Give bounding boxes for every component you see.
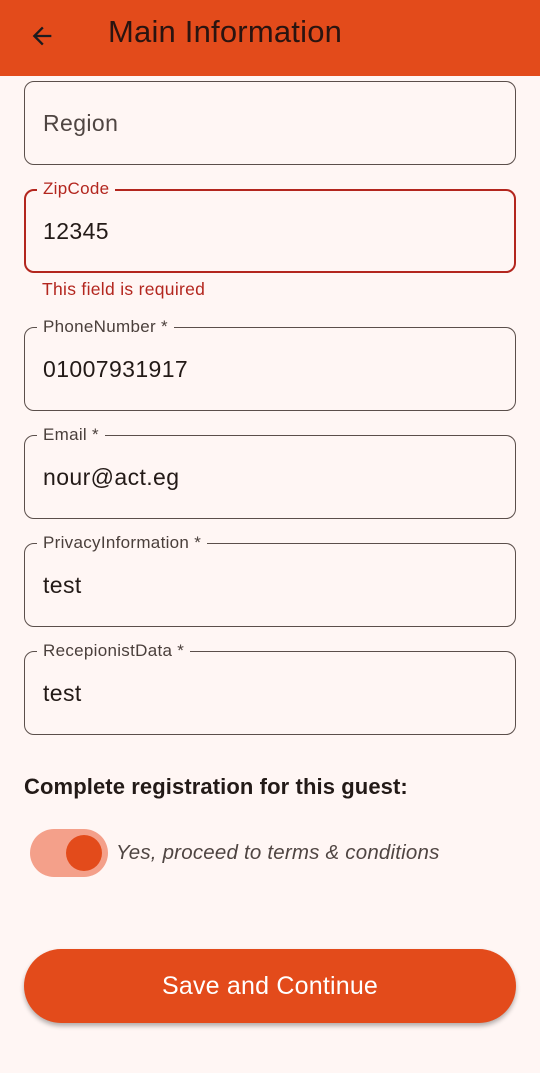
phone-number-field[interactable]: PhoneNumber * 01007931917 <box>24 316 516 411</box>
phone-number-label: PhoneNumber * <box>37 316 174 338</box>
email-value: nour@act.eg <box>43 464 180 490</box>
zipcode-error-text: This field is required <box>42 279 206 299</box>
privacy-information-field[interactable]: PrivacyInformation * test <box>24 532 516 627</box>
back-button[interactable] <box>22 16 62 56</box>
receptionist-data-label: RecepionistData * <box>37 640 191 662</box>
zipcode-value: 12345 <box>43 218 109 244</box>
receptionist-data-field[interactable]: RecepionistData * test <box>24 640 516 735</box>
privacy-information-label: PrivacyInformation * <box>37 532 208 554</box>
zipcode-field[interactable]: ZipCode 12345 <box>24 178 516 273</box>
switch-thumb <box>66 835 102 871</box>
privacy-information-value: test <box>43 572 82 598</box>
save-and-continue-button[interactable]: Save and Continue <box>24 949 516 1023</box>
arrow-back-icon <box>32 26 52 46</box>
receptionist-data-value: test <box>43 680 82 706</box>
region-placeholder: Region <box>43 110 119 136</box>
phone-number-value: 01007931917 <box>43 356 189 382</box>
email-field[interactable]: Email * nour@act.eg <box>24 424 516 519</box>
page-title: Main Information <box>108 14 343 49</box>
zipcode-label: ZipCode <box>37 178 116 200</box>
proceed-terms-label: Yes, proceed to terms & conditions <box>116 841 440 864</box>
registration-section-label: Complete registration for this guest: <box>24 774 408 799</box>
app-bar: Main Information <box>0 0 540 76</box>
proceed-terms-switch[interactable] <box>30 829 108 877</box>
email-label: Email * <box>37 424 105 446</box>
region-field[interactable]: Region <box>24 81 516 165</box>
